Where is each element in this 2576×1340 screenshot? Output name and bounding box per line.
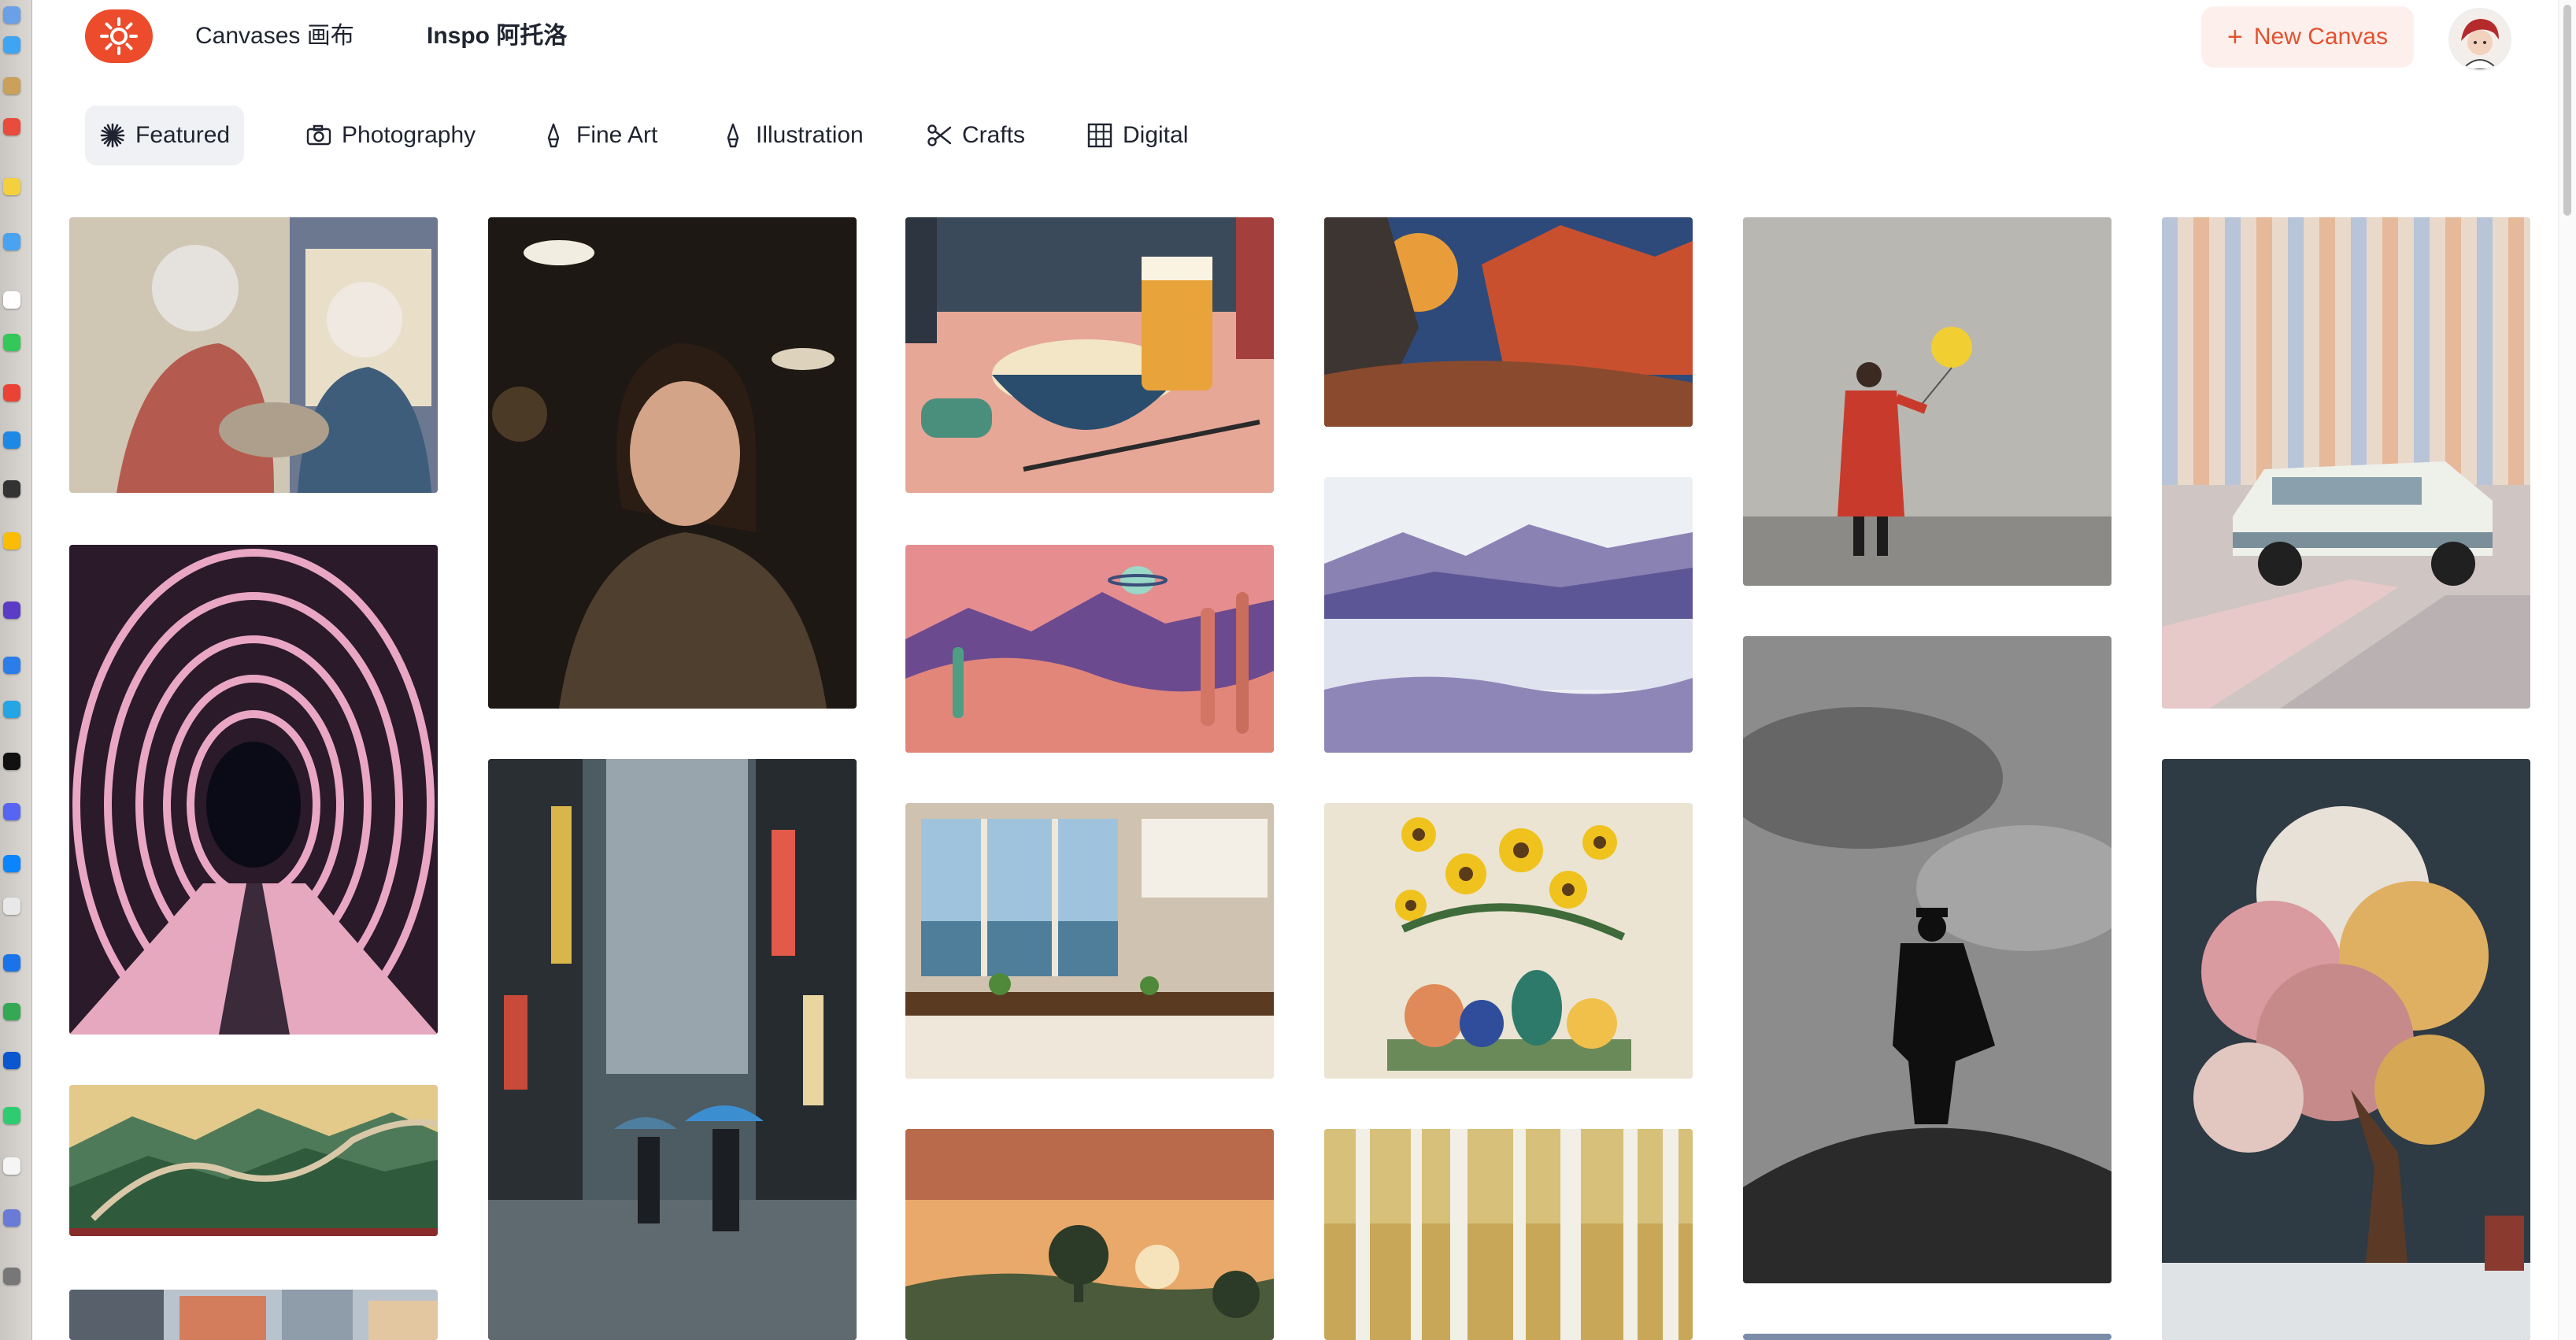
gallery-image-rainy-city-street-umbrellas[interactable] (488, 759, 857, 1340)
tab-illustration[interactable]: Illustration (705, 105, 878, 165)
dock-app-icon[interactable] (3, 954, 20, 972)
camera-icon (306, 124, 331, 146)
gallery-image-portrait-woman-bokeh[interactable] (488, 217, 857, 709)
dock-app-icon[interactable] (3, 855, 20, 872)
nav-inspo[interactable]: Inspo 阿托洛 (427, 19, 567, 54)
dock-app-icon[interactable] (3, 233, 20, 250)
pen-nib-icon (547, 123, 560, 148)
gallery-image-city-street-buildings[interactable] (69, 1290, 438, 1340)
tab-label: Fine Art (576, 122, 658, 148)
dock-app-icon[interactable] (3, 178, 20, 195)
dock-app-icon[interactable] (3, 1107, 20, 1124)
dock-app-icon[interactable] (3, 602, 20, 619)
scrollbar[interactable] (2558, 0, 2576, 1340)
gallery-image-pink-neon-tunnel[interactable] (69, 545, 438, 1035)
tab-label: Crafts (962, 122, 1026, 148)
user-avatar[interactable] (2448, 8, 2511, 71)
plus-icon: + (2227, 22, 2243, 52)
nav-canvases[interactable]: Canvases 画布 (195, 19, 354, 54)
gallery-image-sunset-landscape-print[interactable] (905, 1129, 1274, 1340)
dock-app-icon[interactable] (3, 1003, 20, 1020)
tab-crafts[interactable]: Crafts (912, 105, 1039, 165)
dock-app-icon[interactable] (3, 118, 20, 135)
tab-label: Digital (1123, 122, 1189, 148)
pen-nib-icon (727, 123, 739, 148)
tab-label: Photography (342, 122, 476, 148)
dock-app-icon[interactable] (3, 384, 20, 402)
sparkle-icon (100, 123, 125, 148)
dock-app-icon[interactable] (3, 1052, 20, 1069)
tab-fine-art[interactable]: Fine Art (526, 105, 672, 165)
gallery-image-woman-red-coat-yellow-balloon[interactable] (1743, 217, 2112, 586)
dock-app-icon[interactable] (3, 6, 20, 24)
gallery-image-man-in-hat-on-rock-bw[interactable] (1743, 636, 2112, 1283)
gallery-image-pop-art-ramen-and-beer[interactable] (905, 217, 1274, 493)
grid-icon (1087, 123, 1112, 148)
new-canvas-label: New Canvas (2253, 24, 2388, 50)
dock-app-icon[interactable] (3, 753, 20, 770)
scrollbar-thumb[interactable] (2563, 5, 2571, 216)
gallery-image-watercolor-mountain-lake[interactable] (1324, 477, 1693, 753)
tab-label: Illustration (756, 122, 864, 148)
tab-photography[interactable]: Photography (291, 105, 490, 165)
gallery-image-white-suv-pastel-wall[interactable] (2162, 217, 2530, 709)
dock-app-icon[interactable] (3, 657, 20, 674)
dock-app-icon[interactable] (3, 480, 20, 498)
macos-dock (0, 0, 32, 1340)
dock-app-icon[interactable] (3, 1157, 20, 1175)
dock-app-icon[interactable] (3, 431, 20, 449)
app-logo[interactable] (85, 9, 153, 63)
dock-app-icon[interactable] (3, 77, 20, 94)
gallery-image-birch-forest[interactable] (1324, 1129, 1693, 1340)
tab-featured[interactable]: Featured (85, 105, 245, 165)
gallery-image-great-wall-embroidery[interactable] (69, 1085, 438, 1236)
gallery-image-pop-art-elderly-women[interactable] (69, 217, 438, 493)
tab-digital[interactable]: Digital (1072, 105, 1202, 165)
gallery-image-blossom-tree-snow-painting[interactable] (2162, 759, 2530, 1340)
scissors-icon (927, 124, 952, 146)
new-canvas-button[interactable]: + New Canvas (2201, 6, 2414, 68)
dock-app-icon[interactable] (3, 1209, 20, 1227)
tab-label: Featured (135, 122, 231, 148)
gallery-image-sunflowers-in-vases[interactable] (1324, 803, 1693, 1079)
sun-logo-icon (100, 17, 138, 55)
dock-app-icon[interactable] (3, 291, 20, 309)
gallery-image-desert-canyon-painting[interactable] (1324, 217, 1693, 427)
dock-app-icon[interactable] (3, 701, 20, 718)
gallery-image-partial[interactable] (1743, 1334, 2112, 1340)
dock-app-icon[interactable] (3, 1268, 20, 1285)
dock-app-icon[interactable] (3, 36, 20, 54)
dock-app-icon[interactable] (3, 334, 20, 351)
dock-app-icon[interactable] (3, 803, 20, 820)
dock-app-icon[interactable] (3, 898, 20, 915)
gallery-image-retro-desert-planet-illustration[interactable] (905, 545, 1274, 753)
dock-app-icon[interactable] (3, 532, 20, 550)
gallery-image-sunny-kitchen-window[interactable] (905, 803, 1274, 1079)
